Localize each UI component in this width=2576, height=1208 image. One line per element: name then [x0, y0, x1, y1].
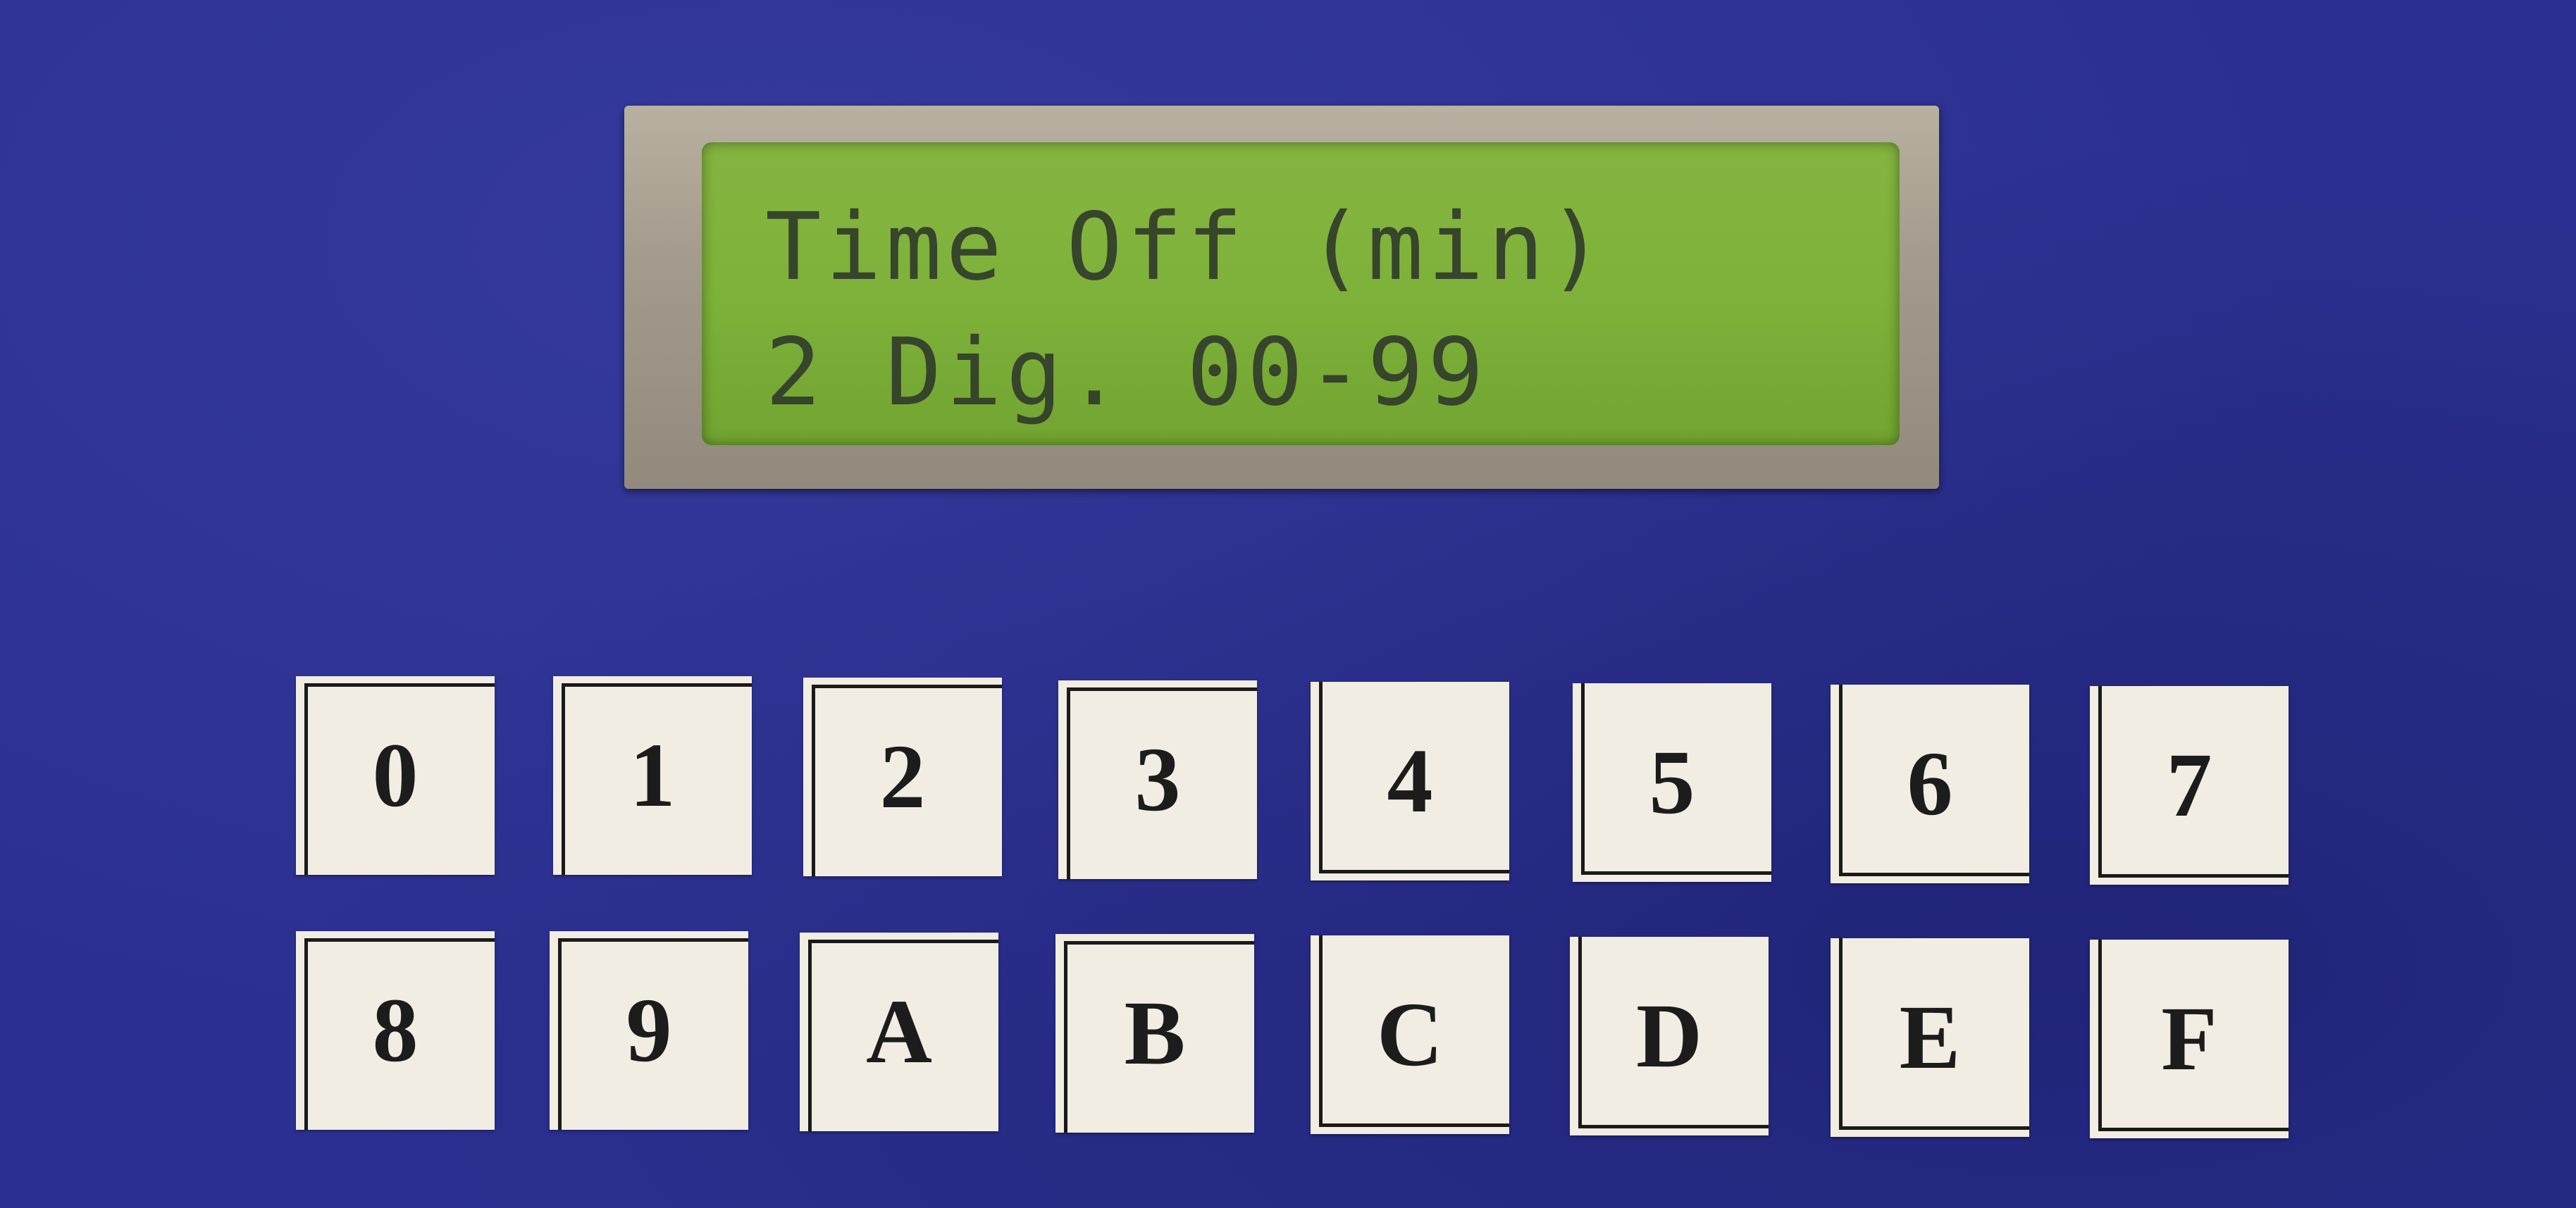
lcd-line-2: 2 Dig. 00-99: [765, 318, 1488, 427]
key-5[interactable]: 5: [1573, 683, 1771, 882]
key-a[interactable]: A: [800, 933, 998, 1131]
lcd-line-1: Time Off (min): [765, 193, 1609, 301]
key-label: 0: [372, 725, 419, 826]
key-label: D: [1636, 985, 1702, 1087]
key-label: C: [1377, 984, 1443, 1085]
key-label: E: [1899, 987, 1961, 1088]
key-2[interactable]: 2: [803, 678, 1002, 876]
key-label: 4: [1387, 730, 1433, 832]
key-label: 7: [2166, 735, 2212, 836]
key-label: 8: [372, 980, 419, 1081]
key-e[interactable]: E: [1831, 938, 2029, 1137]
key-d[interactable]: D: [1570, 937, 1769, 1135]
hex-keypad: 0 1 2 3 4 5 6 7 8 9 A B C D E F: [296, 676, 2297, 1141]
key-label: B: [1124, 983, 1186, 1084]
key-7[interactable]: 7: [2090, 686, 2289, 885]
key-9[interactable]: 9: [550, 931, 748, 1130]
device-panel: Time Off (min) 2 Dig. 00-99 0 1 2 3 4 5 …: [0, 0, 2576, 1208]
key-label: 5: [1649, 732, 1695, 833]
key-label: 2: [879, 726, 926, 828]
key-1[interactable]: 1: [553, 676, 752, 875]
lcd-display: Time Off (min) 2 Dig. 00-99: [702, 142, 1900, 445]
lcd-bezel: Time Off (min) 2 Dig. 00-99: [624, 106, 1939, 489]
key-label: A: [866, 981, 932, 1083]
key-label: 6: [1907, 733, 1953, 835]
key-label: F: [2161, 988, 2217, 1090]
key-6[interactable]: 6: [1831, 685, 2029, 883]
key-8[interactable]: 8: [296, 931, 495, 1130]
key-0[interactable]: 0: [296, 676, 495, 875]
key-3[interactable]: 3: [1058, 680, 1257, 879]
key-label: 3: [1134, 729, 1181, 830]
key-c[interactable]: C: [1311, 935, 1509, 1134]
key-4[interactable]: 4: [1311, 682, 1509, 880]
key-label: 1: [629, 725, 676, 826]
key-b[interactable]: B: [1055, 934, 1254, 1133]
key-label: 9: [626, 980, 672, 1081]
key-f[interactable]: F: [2090, 940, 2289, 1138]
